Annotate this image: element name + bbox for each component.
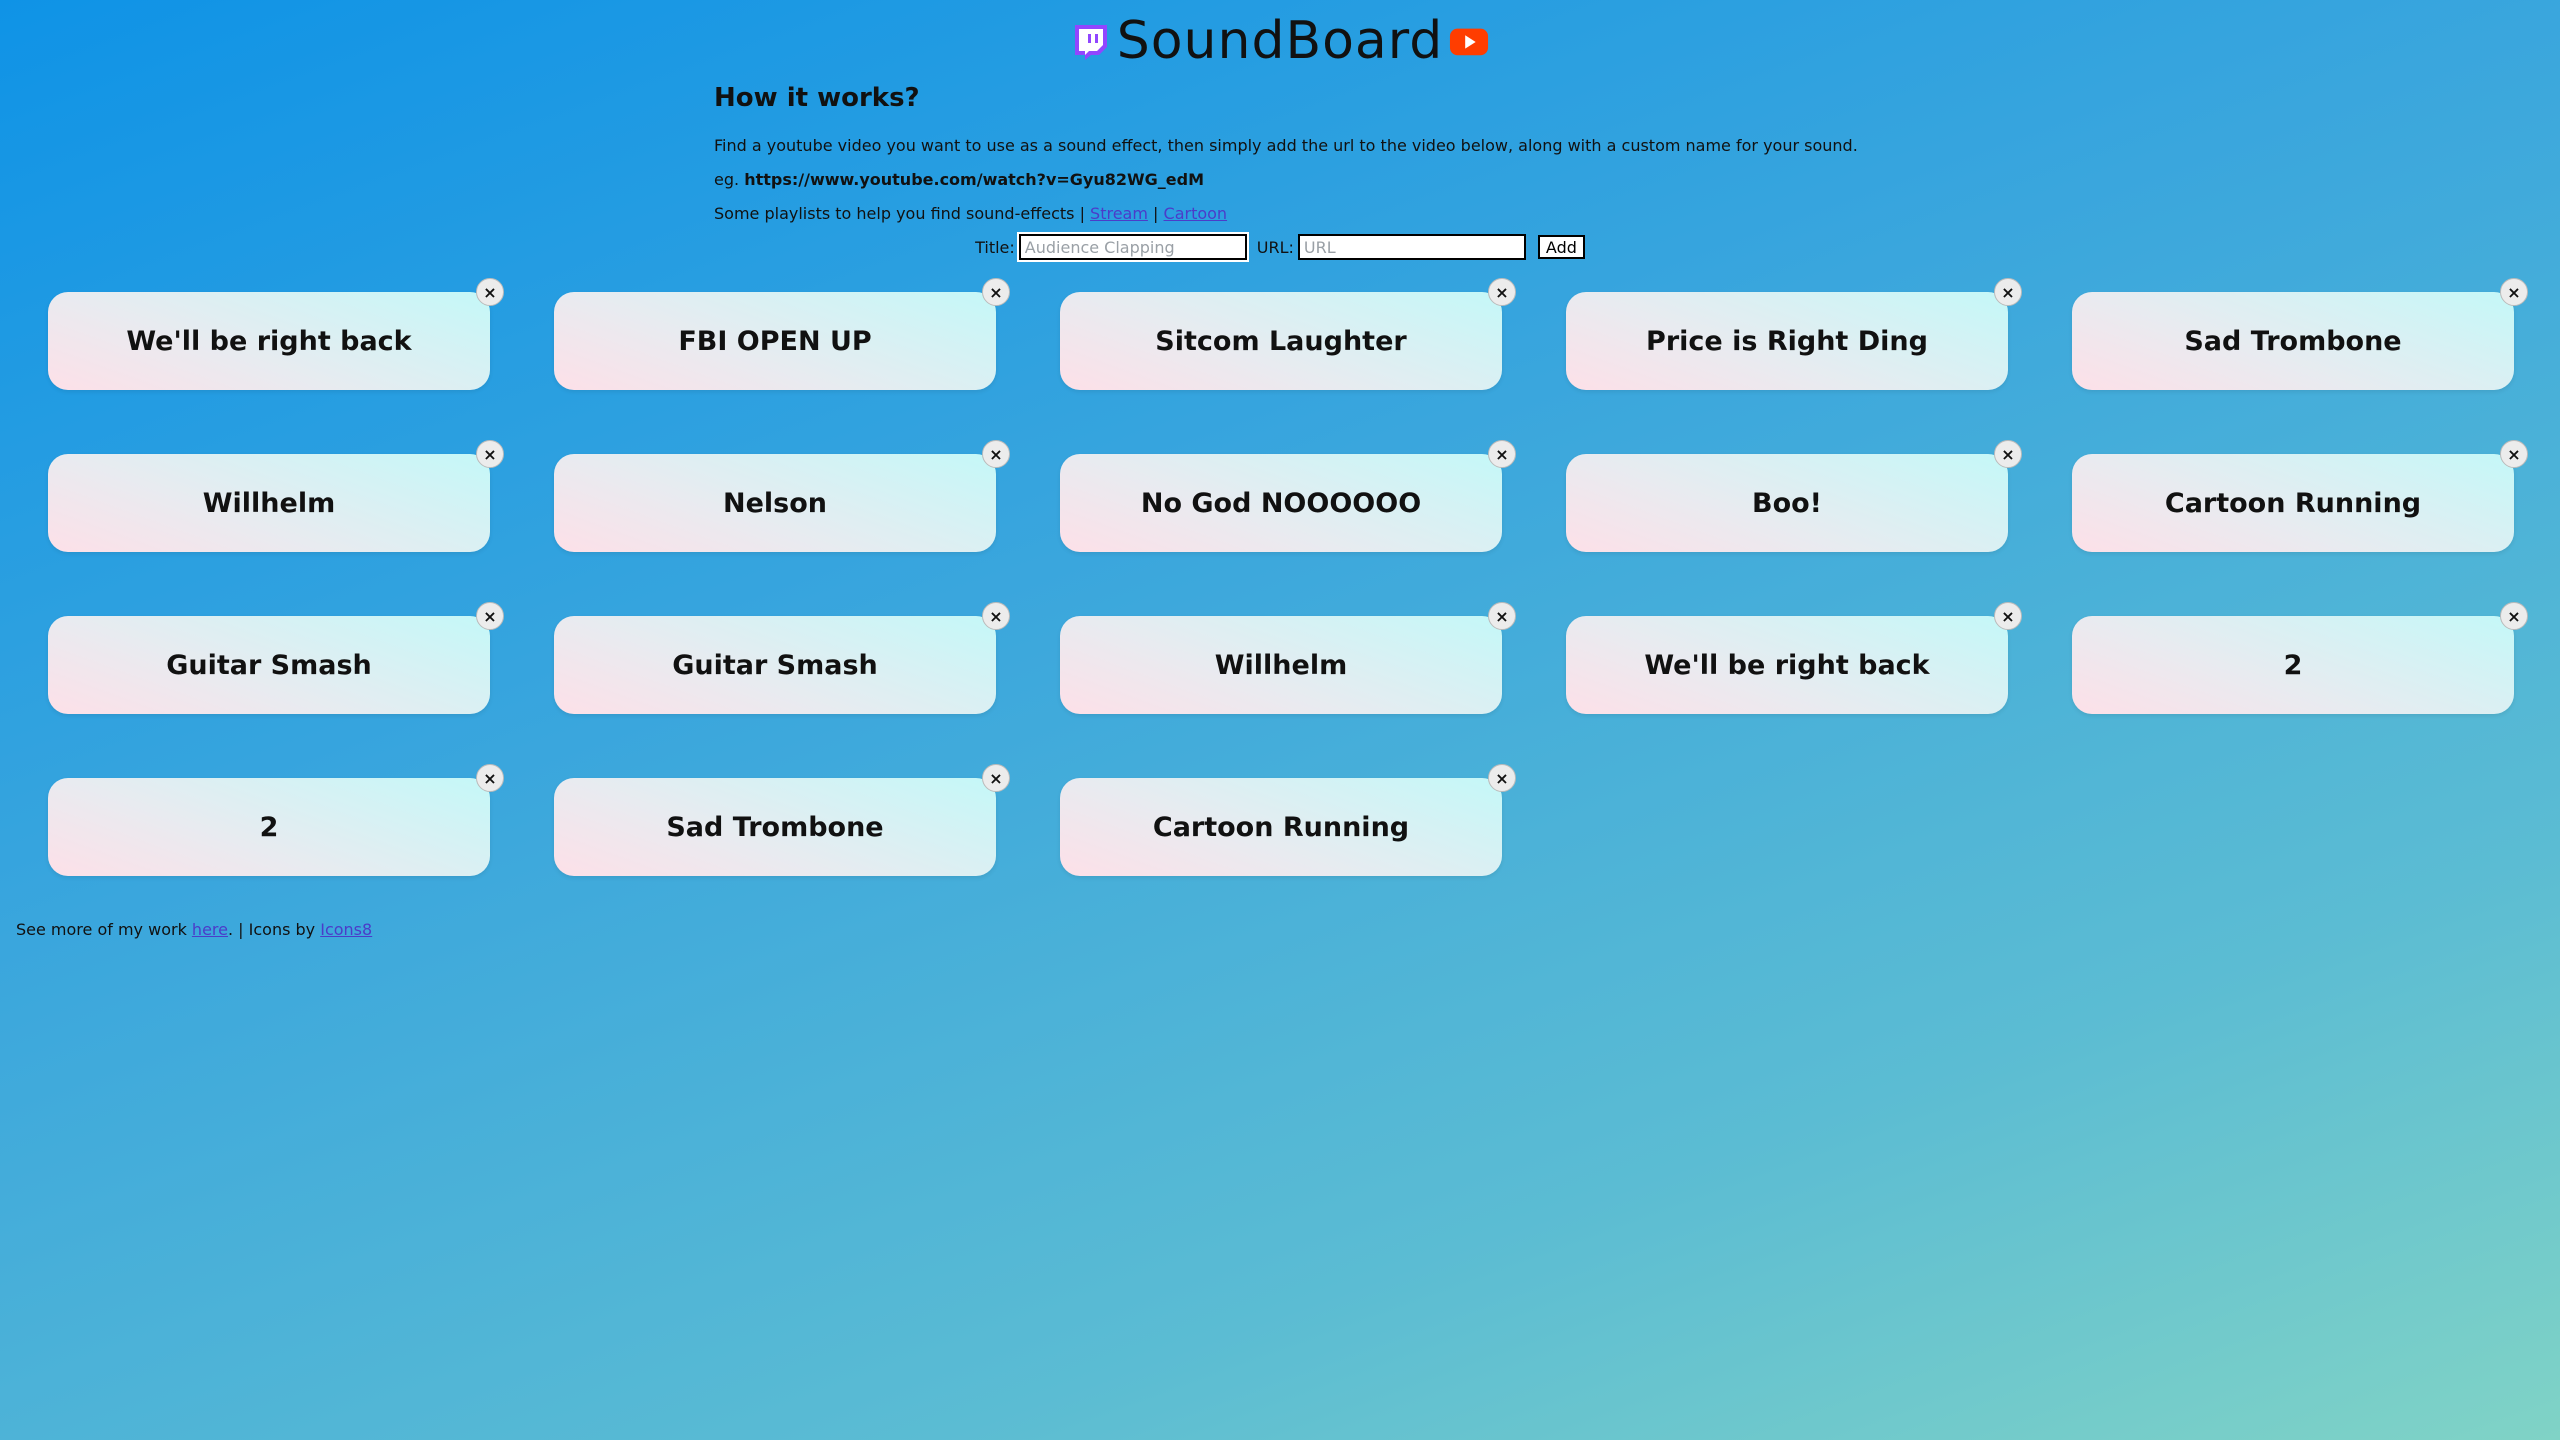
close-icon[interactable]: × <box>476 440 504 468</box>
close-icon[interactable]: × <box>1488 440 1516 468</box>
instructions-text: Find a youtube video you want to use as … <box>714 136 1858 155</box>
sound-label: Guitar Smash <box>672 649 878 681</box>
close-icon[interactable]: × <box>982 764 1010 792</box>
playlists-text: Some playlists to help you find sound-ef… <box>714 204 1085 223</box>
close-icon[interactable]: × <box>2500 278 2528 306</box>
close-icon[interactable]: × <box>1994 602 2022 630</box>
sound-label: Willhelm <box>1214 649 1348 681</box>
sound-label: Boo! <box>1752 487 1822 519</box>
footer-middle: . | Icons by <box>227 920 316 939</box>
sound-label: We'll be right back <box>126 325 412 357</box>
cartoon-playlist-link[interactable]: Cartoon <box>1164 204 1228 223</box>
example-prefix: eg. <box>714 170 740 189</box>
sound-button[interactable]: Sad Trombone × <box>2072 278 2528 390</box>
sound-label: FBI OPEN UP <box>678 325 872 357</box>
close-icon[interactable]: × <box>1488 602 1516 630</box>
youtube-icon <box>1449 21 1489 61</box>
close-icon[interactable]: × <box>476 278 504 306</box>
sound-label: Cartoon Running <box>2164 487 2422 519</box>
sound-label: Sad Trombone <box>666 811 884 843</box>
close-icon[interactable]: × <box>476 764 504 792</box>
how-it-works-heading: How it works? <box>714 83 920 113</box>
header: SoundBoard <box>0 14 2560 68</box>
sound-label: 2 <box>259 811 279 843</box>
sound-grid: We'll be right back × FBI OPEN UP × Sitcom… <box>48 278 2528 876</box>
sound-button[interactable]: Boo! × <box>1566 440 2022 552</box>
sound-label: Sad Trombone <box>2184 325 2402 357</box>
close-icon[interactable]: × <box>982 278 1010 306</box>
icons8-link[interactable]: Icons8 <box>320 920 372 939</box>
close-icon[interactable]: × <box>1488 764 1516 792</box>
playlists-line: Some playlists to help you find sound-ef… <box>714 204 1914 224</box>
sound-button[interactable]: Guitar Smash × <box>48 602 504 714</box>
sound-button[interactable]: We'll be right back × <box>48 278 504 390</box>
twitch-icon <box>1071 21 1111 61</box>
portfolio-link[interactable]: here <box>192 920 228 939</box>
sound-button[interactable]: No God NOOOOOO × <box>1060 440 1516 552</box>
footer: See more of my work here. | Icons by Ico… <box>16 920 372 939</box>
example-url: https://www.youtube.com/watch?v=Gyu82WG_… <box>744 170 1205 189</box>
how-it-works-section: How it works? Find a youtube video you w… <box>714 80 1914 224</box>
sound-button[interactable]: Price is Right Ding × <box>1566 278 2022 390</box>
sound-button[interactable]: Willhelm × <box>48 440 504 552</box>
stream-playlist-link[interactable]: Stream <box>1090 204 1148 223</box>
sound-button[interactable]: Nelson × <box>554 440 1010 552</box>
sound-label: Cartoon Running <box>1152 811 1410 843</box>
title-label: Title: <box>975 237 1015 257</box>
app-title: SoundBoard <box>1116 11 1444 71</box>
sound-label: Willhelm <box>202 487 336 519</box>
close-icon[interactable]: × <box>476 602 504 630</box>
sound-button[interactable]: 2 × <box>2072 602 2528 714</box>
sound-button[interactable]: 2 × <box>48 764 504 876</box>
close-icon[interactable]: × <box>1994 278 2022 306</box>
example-line: eg. https://www.youtube.com/watch?v=Gyu8… <box>714 170 1914 190</box>
sound-button[interactable]: Cartoon Running × <box>1060 764 1516 876</box>
title-input[interactable] <box>1016 232 1249 262</box>
sound-button[interactable]: Sitcom Laughter × <box>1060 278 1516 390</box>
close-icon[interactable]: × <box>982 440 1010 468</box>
close-icon[interactable]: × <box>2500 602 2528 630</box>
close-icon[interactable]: × <box>1488 278 1516 306</box>
close-icon[interactable]: × <box>982 602 1010 630</box>
sound-label: We'll be right back <box>1644 649 1930 681</box>
sound-label: Price is Right Ding <box>1646 325 1928 357</box>
playlist-separator: | <box>1153 204 1159 223</box>
sound-button[interactable]: Guitar Smash × <box>554 602 1010 714</box>
sound-label: Guitar Smash <box>166 649 372 681</box>
sound-label: Sitcom Laughter <box>1155 325 1407 357</box>
add-sound-form: Title: URL: Add <box>0 232 2560 262</box>
sound-button[interactable]: Sad Trombone × <box>554 764 1010 876</box>
sound-label: No God NOOOOOO <box>1140 487 1422 519</box>
sound-label: Nelson <box>722 487 827 519</box>
sound-button[interactable]: FBI OPEN UP × <box>554 278 1010 390</box>
close-icon[interactable]: × <box>2500 440 2528 468</box>
sound-button[interactable]: Cartoon Running × <box>2072 440 2528 552</box>
sound-button[interactable]: We'll be right back × <box>1566 602 2022 714</box>
sound-label: 2 <box>2283 649 2303 681</box>
close-icon[interactable]: × <box>1994 440 2022 468</box>
add-button[interactable]: Add <box>1537 235 1585 259</box>
url-input[interactable] <box>1297 234 1526 260</box>
sound-button[interactable]: Willhelm × <box>1060 602 1516 714</box>
url-label: URL: <box>1256 237 1294 257</box>
footer-prefix: See more of my work <box>16 920 187 939</box>
